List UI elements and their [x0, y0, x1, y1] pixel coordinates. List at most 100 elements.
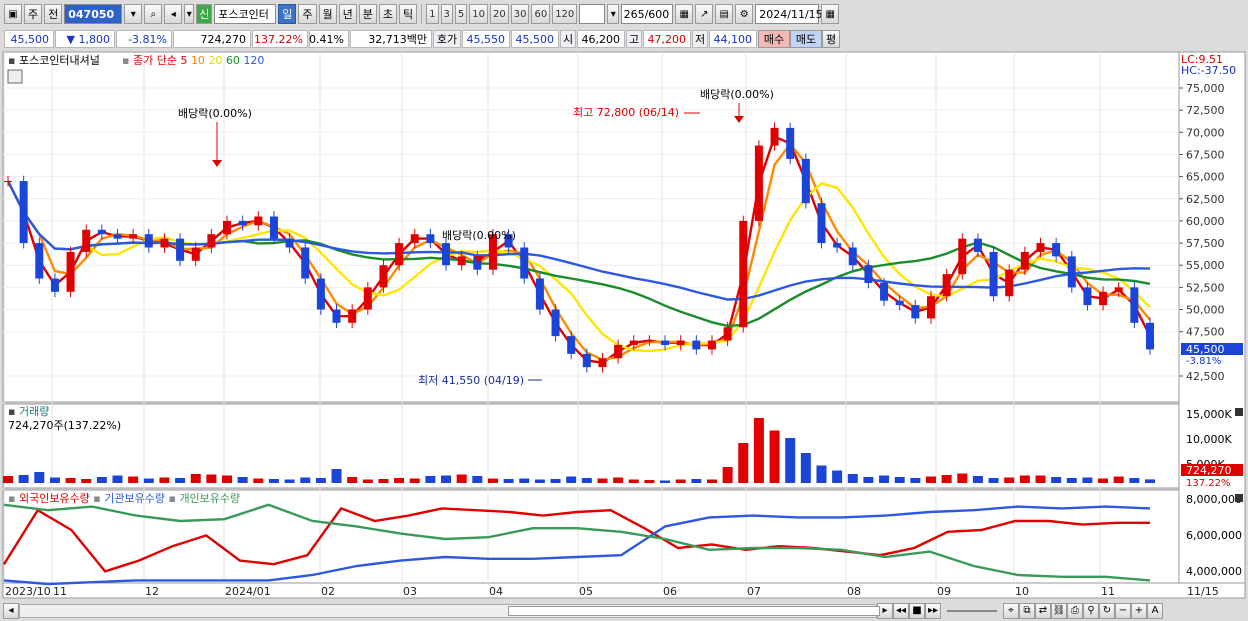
- candle-body: [66, 251, 75, 292]
- holders-legend: ▪ 외국인보유수량 ▪ 기관보유수량 ▪ 개인보유수량: [8, 492, 240, 505]
- candle-body: [567, 336, 576, 354]
- minute-5[interactable]: 5: [454, 4, 468, 24]
- volume-bar: [503, 479, 514, 483]
- volume-bar: [550, 479, 561, 483]
- period-month[interactable]: 월: [318, 4, 337, 24]
- chart-tools-icon[interactable]: ▦: [675, 4, 694, 24]
- minute-120[interactable]: 120: [552, 4, 578, 24]
- interval-dropdown-icon[interactable]: ▾: [607, 4, 620, 24]
- save-icon[interactable]: ▤: [715, 4, 734, 24]
- candle-body: [457, 256, 466, 266]
- compare-icon[interactable]: ⇄: [1035, 602, 1051, 619]
- candle-body: [1052, 243, 1061, 257]
- candle-body: [598, 358, 607, 368]
- stock-chart[interactable]: ▪ 포스코인터내셔널 ▪ 종가 단순 5 10 20 60 120 LC:9.5…: [0, 50, 1248, 600]
- date-input[interactable]: 2024/11/15: [755, 4, 823, 24]
- holders-axis-8m: 8,000,000: [1186, 493, 1242, 506]
- zoom-slider[interactable]: [947, 609, 997, 612]
- minute-3[interactable]: 3: [440, 4, 453, 24]
- volume-bar: [675, 479, 686, 483]
- date-tick-label: 2024/01: [225, 585, 271, 598]
- grid-toggle-icon[interactable]: [7, 69, 23, 84]
- minute-20[interactable]: 20: [489, 4, 509, 24]
- rewind-icon[interactable]: ◂◂: [893, 602, 909, 619]
- price-tick-label: 42,500: [1186, 370, 1225, 383]
- scroll-thumb[interactable]: [508, 605, 880, 616]
- minus-icon[interactable]: −: [1115, 602, 1131, 619]
- copy-icon[interactable]: ⧉: [1019, 602, 1035, 619]
- volume-bar: [816, 465, 827, 483]
- auto-scale-icon[interactable]: A: [1147, 602, 1163, 619]
- price-tick-label: 65,000: [1186, 171, 1225, 184]
- speaker-icon[interactable]: ◂: [164, 4, 183, 24]
- candle-body: [1099, 291, 1108, 306]
- candle-body: [801, 158, 810, 204]
- low-price: 44,100: [709, 30, 757, 48]
- code-dropdown-icon[interactable]: ▾: [124, 4, 143, 24]
- candle-body: [739, 220, 748, 328]
- avg-button[interactable]: 평: [822, 30, 840, 48]
- mode-select[interactable]: 전: [44, 4, 63, 24]
- candle-body: [129, 234, 138, 239]
- count-max: /600: [644, 7, 670, 21]
- link-icon[interactable]: ⛓: [1051, 602, 1067, 619]
- speaker-dropdown-icon[interactable]: ▾: [184, 4, 195, 24]
- pin-icon[interactable]: ⚲: [1083, 602, 1099, 619]
- print-icon[interactable]: ⎙: [1067, 602, 1083, 619]
- fast-forward-icon[interactable]: ▸▸: [925, 602, 941, 619]
- change-value: ▼ 1,800: [55, 30, 115, 48]
- period-day[interactable]: 일: [278, 4, 297, 24]
- scroll-left-icon[interactable]: ◂: [3, 602, 19, 619]
- volume-bar: [49, 477, 60, 483]
- sell-button[interactable]: 매도: [790, 30, 822, 48]
- crosshair-icon[interactable]: ⌖: [1003, 602, 1019, 619]
- date-tick-label: 04: [489, 585, 503, 598]
- close-panel-icon[interactable]: [1235, 408, 1243, 416]
- volume-bar: [222, 475, 233, 483]
- stock-code-input[interactable]: 047050: [64, 4, 123, 24]
- volume-summary: 724,270주(137.22%): [8, 419, 121, 432]
- volume-bar: [706, 479, 717, 483]
- scroll-track[interactable]: [19, 603, 880, 618]
- volume-bar: [972, 476, 983, 483]
- candle-body: [1067, 256, 1076, 288]
- minute-30[interactable]: 30: [510, 4, 530, 24]
- change-percent: -3.81%: [116, 30, 172, 48]
- date-tick-label: 2023/10: [5, 585, 51, 598]
- volume-bar: [425, 476, 436, 483]
- volume-bar: [65, 478, 76, 483]
- period-minute[interactable]: 분: [358, 4, 377, 24]
- volume-bar: [1082, 477, 1093, 483]
- window-menu-icon[interactable]: ▣: [4, 4, 22, 24]
- minute-60[interactable]: 60: [531, 4, 551, 24]
- candle-body: [379, 265, 388, 288]
- close-holders-panel-icon[interactable]: [1235, 494, 1243, 502]
- period-week[interactable]: 주: [298, 4, 317, 24]
- minute-1[interactable]: 1: [426, 4, 439, 24]
- candle-body: [817, 203, 826, 244]
- stop-icon[interactable]: ■: [909, 602, 925, 619]
- search-icon[interactable]: ⌕: [144, 4, 163, 24]
- draw-icon[interactable]: ↗: [695, 4, 714, 24]
- date-tick-label: 02: [321, 585, 335, 598]
- candle-body: [82, 229, 91, 252]
- candle-body: [223, 220, 232, 235]
- plus-icon[interactable]: +: [1131, 602, 1147, 619]
- refresh-icon[interactable]: ↻: [1099, 602, 1115, 619]
- period-year[interactable]: 년: [338, 4, 357, 24]
- custom-interval-input[interactable]: [579, 4, 606, 24]
- date-tick-label: 12: [145, 585, 159, 598]
- market-select[interactable]: 주: [24, 4, 43, 24]
- volume-bar: [566, 476, 577, 483]
- minute-10[interactable]: 10: [469, 4, 488, 24]
- current-price-tag-text: 45,500: [1186, 343, 1225, 356]
- volume-bar: [613, 477, 624, 483]
- price-tick-label: 72,500: [1186, 104, 1225, 117]
- gear-icon[interactable]: ⚙: [735, 4, 754, 24]
- count-field[interactable]: 265/600: [621, 4, 674, 24]
- buy-button[interactable]: 매수: [758, 30, 790, 48]
- calendar-icon[interactable]: ▦: [821, 4, 840, 24]
- volume-bar: [879, 475, 890, 483]
- period-second[interactable]: 초: [378, 4, 397, 24]
- period-tick[interactable]: 틱: [399, 4, 418, 24]
